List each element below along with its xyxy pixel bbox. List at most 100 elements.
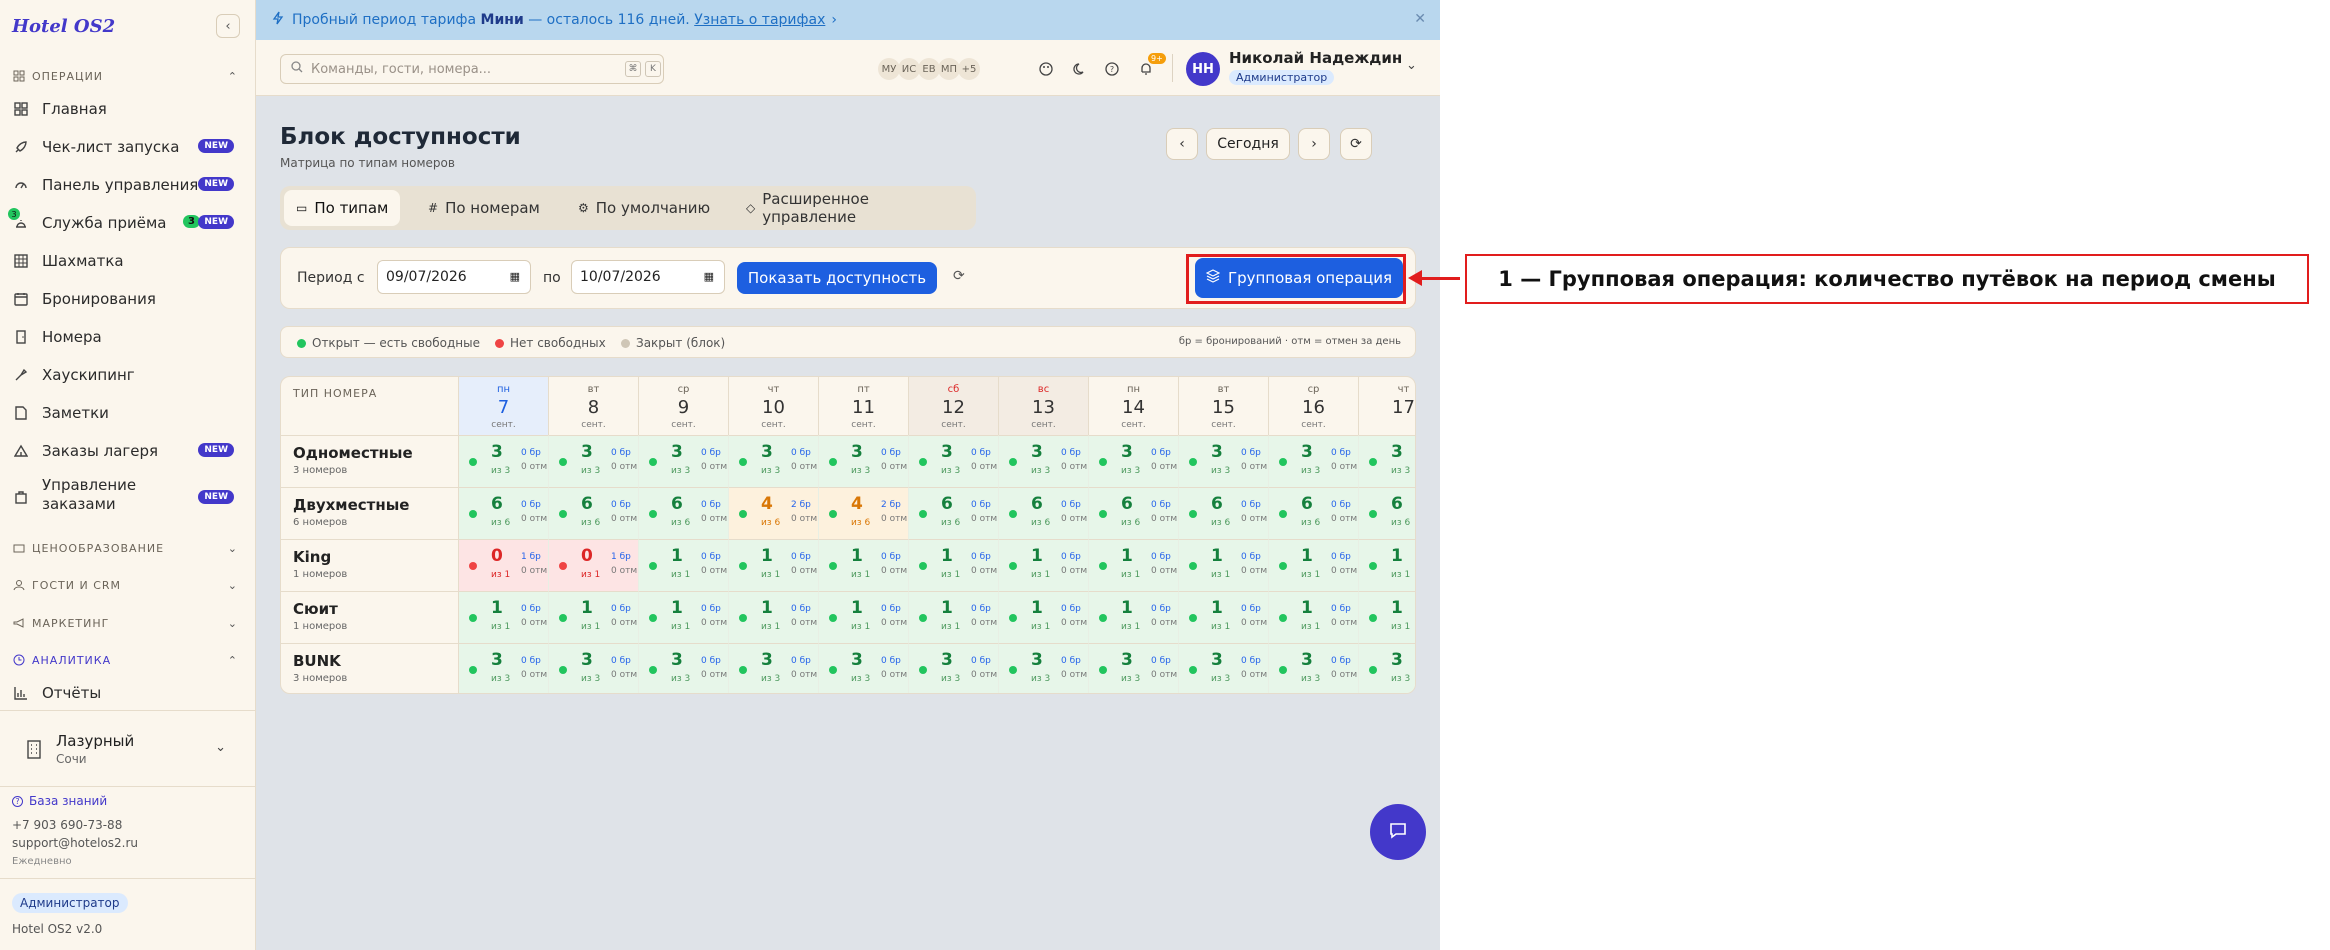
- tariffs-link[interactable]: Узнать о тарифах: [694, 12, 825, 28]
- day-header[interactable]: пн 7 сент.: [459, 377, 549, 435]
- availability-cell[interactable]: 1 из 1 0 бр 0 отм: [999, 539, 1089, 591]
- availability-cell[interactable]: 3 из 3 0 бр 0 отм: [1269, 643, 1359, 693]
- hotel-switcher[interactable]: Лазурный Сочи ⌄: [12, 720, 244, 778]
- availability-cell[interactable]: 1 из 1: [1359, 539, 1415, 591]
- availability-cell[interactable]: 3 из 3 0 бр 0 отм: [1269, 435, 1359, 487]
- availability-cell[interactable]: 3 из 3 0 бр 0 отм: [639, 435, 729, 487]
- availability-cell[interactable]: 3 из 3 0 бр 0 отм: [999, 435, 1089, 487]
- availability-cell[interactable]: 6 из 6 0 бр 0 отм: [639, 487, 729, 539]
- sidebar-item-notes[interactable]: Заметки: [12, 396, 244, 430]
- availability-cell[interactable]: 1 из 1 0 бр 0 отм: [1179, 539, 1269, 591]
- availability-cell[interactable]: 3 из 3: [1359, 643, 1415, 693]
- availability-cell[interactable]: 1 из 1 0 бр 0 отм: [1269, 591, 1359, 643]
- availability-cell[interactable]: 1 из 1 0 бр 0 отм: [549, 591, 639, 643]
- sidebar-item-chessboard[interactable]: Шахматка: [12, 244, 244, 278]
- availability-cell[interactable]: 1 из 1 0 бр 0 отм: [639, 539, 729, 591]
- availability-cell[interactable]: 4 из 6 2 бр 0 отм: [729, 487, 819, 539]
- presence-avatar[interactable]: ЕВ: [918, 58, 940, 80]
- chat-button[interactable]: [1370, 804, 1426, 860]
- day-header[interactable]: чт 17: [1359, 377, 1415, 435]
- availability-cell[interactable]: 3 из 3 0 бр 0 отм: [729, 435, 819, 487]
- availability-cell[interactable]: 1 из 1 0 бр 0 отм: [999, 591, 1089, 643]
- tab-by-types[interactable]: ▭ По типам: [284, 190, 401, 226]
- availability-cell[interactable]: 6 из 6 0 бр 0 отм: [1089, 487, 1179, 539]
- availability-cell[interactable]: 1 из 1 0 бр 0 отм: [909, 591, 999, 643]
- section-pricing[interactable]: ЦЕНООБРАЗОВАНИЕ ⌄: [12, 538, 244, 558]
- availability-cell[interactable]: 3 из 3 0 бр 0 отм: [909, 435, 999, 487]
- user-name[interactable]: Николай Надеждин: [1229, 49, 1402, 67]
- availability-cell[interactable]: 1 из 1 0 бр 0 отм: [639, 591, 729, 643]
- availability-cell[interactable]: 1 из 1 0 бр 0 отм: [819, 539, 909, 591]
- availability-cell[interactable]: 3 из 3 0 бр 0 отм: [729, 643, 819, 693]
- section-operations[interactable]: ОПЕРАЦИИ ⌃: [12, 66, 244, 86]
- availability-cell[interactable]: 1 из 1: [1359, 591, 1415, 643]
- availability-cell[interactable]: 3 из 3 0 бр 0 отм: [1179, 643, 1269, 693]
- tab-by-rooms[interactable]: # По номерам: [416, 190, 552, 226]
- day-header[interactable]: пт 11 сент.: [819, 377, 909, 435]
- availability-cell[interactable]: 3 из 3: [1359, 435, 1415, 487]
- sidebar-item-order-management[interactable]: Управление заказами NEW: [12, 476, 244, 520]
- availability-cell[interactable]: 6 из 6 0 бр 0 отм: [549, 487, 639, 539]
- next-period-button[interactable]: ›: [1298, 128, 1330, 160]
- section-analytics[interactable]: АНАЛИТИКА ⌃: [12, 650, 244, 670]
- sidebar-item-camp-orders[interactable]: Заказы лагеря NEW: [12, 434, 244, 468]
- availability-cell[interactable]: 3 из 3 0 бр 0 отм: [639, 643, 729, 693]
- sidebar-item-rooms[interactable]: Номера: [12, 320, 244, 354]
- availability-cell[interactable]: 6 из 6 0 бр 0 отм: [1269, 487, 1359, 539]
- day-header[interactable]: пн 14 сент.: [1089, 377, 1179, 435]
- availability-cell[interactable]: 3 из 3 0 бр 0 отм: [459, 435, 549, 487]
- refresh-button[interactable]: ⟳: [1340, 128, 1372, 160]
- close-banner-icon[interactable]: ✕: [1414, 11, 1426, 27]
- user-menu-chevron-icon[interactable]: ⌄: [1406, 58, 1417, 73]
- availability-cell[interactable]: 6 из 6 0 бр 0 отм: [1179, 487, 1269, 539]
- day-header[interactable]: вт 8 сент.: [549, 377, 639, 435]
- availability-cell[interactable]: 3 из 3 0 бр 0 отм: [549, 643, 639, 693]
- knowledge-base-link[interactable]: ? База знаний: [12, 794, 107, 808]
- availability-cell[interactable]: 1 из 1 0 бр 0 отм: [1089, 539, 1179, 591]
- app-logo[interactable]: Hotel OS2: [12, 16, 115, 37]
- availability-cell[interactable]: 3 из 3 0 бр 0 отм: [909, 643, 999, 693]
- today-button[interactable]: Сегодня: [1206, 128, 1290, 160]
- availability-cell[interactable]: 1 из 1 0 бр 0 отм: [819, 591, 909, 643]
- moon-icon[interactable]: [1066, 55, 1094, 83]
- day-header[interactable]: чт 10 сент.: [729, 377, 819, 435]
- search-input[interactable]: Команды, гости, номера... ⌘ K: [280, 54, 664, 84]
- sidebar-item-housekeeping[interactable]: Хаускипинг: [12, 358, 244, 392]
- availability-cell[interactable]: 1 из 1 0 бр 0 отм: [1269, 539, 1359, 591]
- sidebar-item-dashboard[interactable]: Панель управления NEW: [12, 168, 244, 202]
- availability-cell[interactable]: 1 из 1 0 бр 0 отм: [459, 591, 549, 643]
- presence-avatar[interactable]: ИС: [898, 58, 920, 80]
- day-header[interactable]: ср 16 сент.: [1269, 377, 1359, 435]
- help-icon[interactable]: ?: [1098, 55, 1126, 83]
- collapse-sidebar-button[interactable]: ‹: [216, 14, 240, 38]
- availability-cell[interactable]: 1 из 1 0 бр 0 отм: [1179, 591, 1269, 643]
- prev-period-button[interactable]: ‹: [1166, 128, 1198, 160]
- availability-cell[interactable]: 3 из 3 0 бр 0 отм: [459, 643, 549, 693]
- sidebar-item-front-desk[interactable]: 3 Служба приёма 3 NEW: [8, 206, 244, 240]
- availability-cell[interactable]: 3 из 3 0 бр 0 отм: [1089, 435, 1179, 487]
- support-phone[interactable]: +7 903 690-73-88: [12, 818, 122, 832]
- availability-cell[interactable]: 0 из 1 1 бр 0 отм: [459, 539, 549, 591]
- reset-icon[interactable]: ⟳: [953, 268, 965, 284]
- availability-cell[interactable]: 6 из 6 0 бр 0 отм: [459, 487, 549, 539]
- palette-icon[interactable]: [1032, 55, 1060, 83]
- sidebar-item-bookings[interactable]: Бронирования: [12, 282, 244, 316]
- availability-cell[interactable]: 1 из 1 0 бр 0 отм: [1089, 591, 1179, 643]
- presence-avatar[interactable]: МУ: [878, 58, 900, 80]
- availability-cell[interactable]: 6 из 6: [1359, 487, 1415, 539]
- availability-cell[interactable]: 3 из 3 0 бр 0 отм: [819, 435, 909, 487]
- presence-avatar[interactable]: МП: [938, 58, 960, 80]
- presence-more[interactable]: +5: [958, 58, 980, 80]
- availability-cell[interactable]: 3 из 3 0 бр 0 отм: [549, 435, 639, 487]
- support-email[interactable]: support@hotelos2.ru: [12, 836, 138, 850]
- availability-cell[interactable]: 6 из 6 0 бр 0 отм: [999, 487, 1089, 539]
- day-header[interactable]: ср 9 сент.: [639, 377, 729, 435]
- availability-cell[interactable]: 1 из 1 0 бр 0 отм: [909, 539, 999, 591]
- sidebar-item-home[interactable]: Главная: [12, 92, 244, 126]
- notifications-bell-icon[interactable]: 9+: [1132, 53, 1166, 83]
- date-to-input[interactable]: 10/07/2026 ▦: [571, 260, 725, 294]
- availability-cell[interactable]: 0 из 1 1 бр 0 отм: [549, 539, 639, 591]
- sidebar-item-reports[interactable]: Отчёты: [12, 676, 244, 710]
- availability-cell[interactable]: 1 из 1 0 бр 0 отм: [729, 591, 819, 643]
- availability-cell[interactable]: 3 из 3 0 бр 0 отм: [1089, 643, 1179, 693]
